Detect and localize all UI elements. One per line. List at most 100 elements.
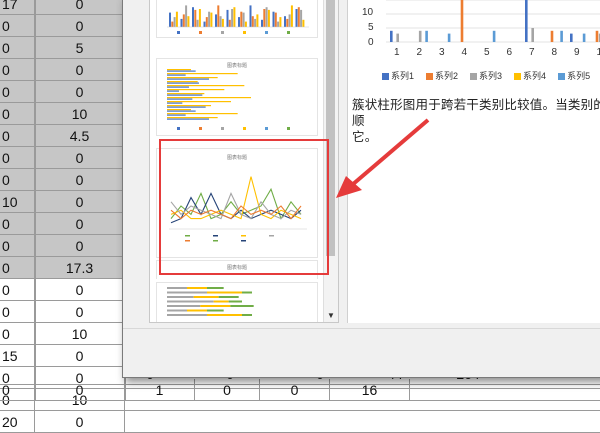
sheet-cell[interactable]: 0 xyxy=(0,301,35,323)
sheet-cell[interactable]: 0 xyxy=(0,59,35,81)
legend-swatch xyxy=(514,73,521,80)
thumbnail-bar xyxy=(240,12,242,27)
insert-chart-dialog: 图表标题 图表标题 图表标题 ▼ 10 5 0 12345678910 系列1系… xyxy=(122,0,600,378)
legend-swatch xyxy=(470,73,477,80)
sheet-cell[interactable]: 0 xyxy=(35,213,125,235)
preview-bar xyxy=(583,34,586,42)
sheet-cell[interactable]: 0 xyxy=(35,169,125,191)
sheet-cell[interactable]: 0 xyxy=(35,191,125,213)
sheet-cell[interactable]: 17 xyxy=(0,0,35,15)
thumbnail-bar xyxy=(233,7,235,27)
thumbnail-legend-swatch xyxy=(243,127,246,130)
thumbnail-bar xyxy=(298,7,300,27)
legend-label: 系列3 xyxy=(479,71,502,81)
thumbnail-bar xyxy=(277,22,279,27)
sheet-cell[interactable]: 0 xyxy=(260,379,330,401)
sheet-cell[interactable]: 0 xyxy=(0,169,35,191)
sheet-cell[interactable]: 0 xyxy=(35,379,125,401)
thumbnail-bar xyxy=(167,117,218,118)
thumbnail-bar xyxy=(268,10,270,27)
thumbnail-bar xyxy=(291,5,293,27)
thumbnail-bar xyxy=(284,16,286,27)
sheet-cell[interactable]: 0 xyxy=(0,125,35,147)
sheet-cell[interactable]: 0 xyxy=(0,213,35,235)
preview-bar xyxy=(570,34,573,42)
sheet-cell[interactable]: 10 xyxy=(35,323,125,345)
thumbnail-bar xyxy=(167,105,211,106)
chart-preview-panel: 10 5 0 12345678910 系列1系列2系列3系列4系列5 簇状柱形图… xyxy=(347,0,600,323)
sheet-cell[interactable]: 16 xyxy=(330,379,410,401)
y-tick-label: 5 xyxy=(368,22,374,33)
sheet-cell[interactable]: 0 xyxy=(35,235,125,257)
thumbnail-bar xyxy=(302,20,304,27)
chart-thumbnail-column[interactable] xyxy=(156,0,318,38)
thumbnail-bar xyxy=(167,71,196,72)
thumbnail-bar xyxy=(275,13,277,27)
thumbnail-bar xyxy=(183,14,185,27)
sheet-row-last[interactable]: 0010016 xyxy=(0,379,600,401)
sheet-row[interactable]: 200 xyxy=(0,411,600,433)
sheet-cell[interactable]: 0 xyxy=(0,257,35,279)
thumbnail-bar xyxy=(167,89,224,90)
sheet-cell[interactable]: 10 xyxy=(0,191,35,213)
thumbnail-bar xyxy=(204,22,206,27)
thumbnail-bar xyxy=(207,287,224,289)
thumbnail-bar xyxy=(219,296,239,298)
x-tick-label: 4 xyxy=(462,47,468,58)
preview-bar xyxy=(425,31,428,42)
sheet-cell[interactable]: 10 xyxy=(35,103,125,125)
thumbnail-legend-swatch xyxy=(221,127,224,130)
preview-bar xyxy=(461,0,464,42)
scroll-down-arrow-icon[interactable]: ▼ xyxy=(324,311,338,320)
sheet-cell[interactable]: 0 xyxy=(0,15,35,37)
sheet-cell[interactable]: 0 xyxy=(35,147,125,169)
legend-label: 系列4 xyxy=(523,71,546,81)
sheet-cell[interactable]: 0 xyxy=(35,411,125,433)
sheet-cell[interactable]: 0 xyxy=(35,301,125,323)
thumbnail-bar xyxy=(254,19,256,27)
thumbnail-bar xyxy=(261,20,263,27)
chart-thumbnail-bar[interactable]: 图表标题 xyxy=(156,58,318,136)
sheet-cell[interactable]: 0 xyxy=(0,279,35,301)
sheet-cell[interactable]: 0 xyxy=(0,379,35,401)
legend-label: 系列5 xyxy=(567,71,590,81)
legend-label: 系列2 xyxy=(435,71,458,81)
sheet-cell[interactable]: 0 xyxy=(0,147,35,169)
sheet-cell[interactable]: 0 xyxy=(0,323,35,345)
sheet-cell[interactable]: 0 xyxy=(0,235,35,257)
thumbnail-bar xyxy=(167,296,194,298)
thumbnail-bar xyxy=(266,7,268,27)
sheet-cell[interactable]: 0 xyxy=(0,81,35,103)
sheet-cell[interactable]: 17.3 xyxy=(35,257,125,279)
thumbnail-bar xyxy=(167,97,251,98)
chart-type-description: 簇状柱形图用于跨若干类别比较值。当类别的顺 它。 xyxy=(352,97,600,145)
thumbnail-bar xyxy=(167,81,198,82)
sheet-cell[interactable]: 0 xyxy=(195,379,260,401)
preview-bar xyxy=(493,31,496,42)
sheet-cell[interactable]: 0 xyxy=(35,0,125,15)
sheet-cell[interactable]: 4.5 xyxy=(35,125,125,147)
sheet-cell[interactable]: 0 xyxy=(35,59,125,81)
thumbnail-bar xyxy=(167,310,187,312)
sheet-cell[interactable]: 0 xyxy=(0,103,35,125)
sheet-cell[interactable]: 5 xyxy=(35,37,125,59)
x-tick-label: 5 xyxy=(484,47,490,58)
preview-bar xyxy=(525,0,528,42)
sheet-cell[interactable]: 0 xyxy=(35,279,125,301)
sheet-cell[interactable]: 1 xyxy=(125,379,195,401)
preview-bar xyxy=(531,28,534,42)
thumbnail-bar xyxy=(187,310,207,312)
thumbnail-bar xyxy=(169,13,171,27)
sheet-cell[interactable]: 0 xyxy=(35,15,125,37)
sheet-cell[interactable]: 20 xyxy=(0,411,35,433)
thumbnail-column-chart xyxy=(157,0,317,37)
thumbnail-bar xyxy=(207,310,224,312)
thumbnail-bar xyxy=(187,287,207,289)
legend-item: 系列2 xyxy=(426,69,458,82)
thumbnail-bar xyxy=(214,301,229,303)
thumbnail-legend-swatch xyxy=(265,127,268,130)
sheet-cell[interactable]: 0 xyxy=(0,37,35,59)
chart-thumbnail-stacked[interactable] xyxy=(156,282,318,323)
sheet-cell[interactable]: 0 xyxy=(35,81,125,103)
thumbnail-bar xyxy=(167,292,207,294)
